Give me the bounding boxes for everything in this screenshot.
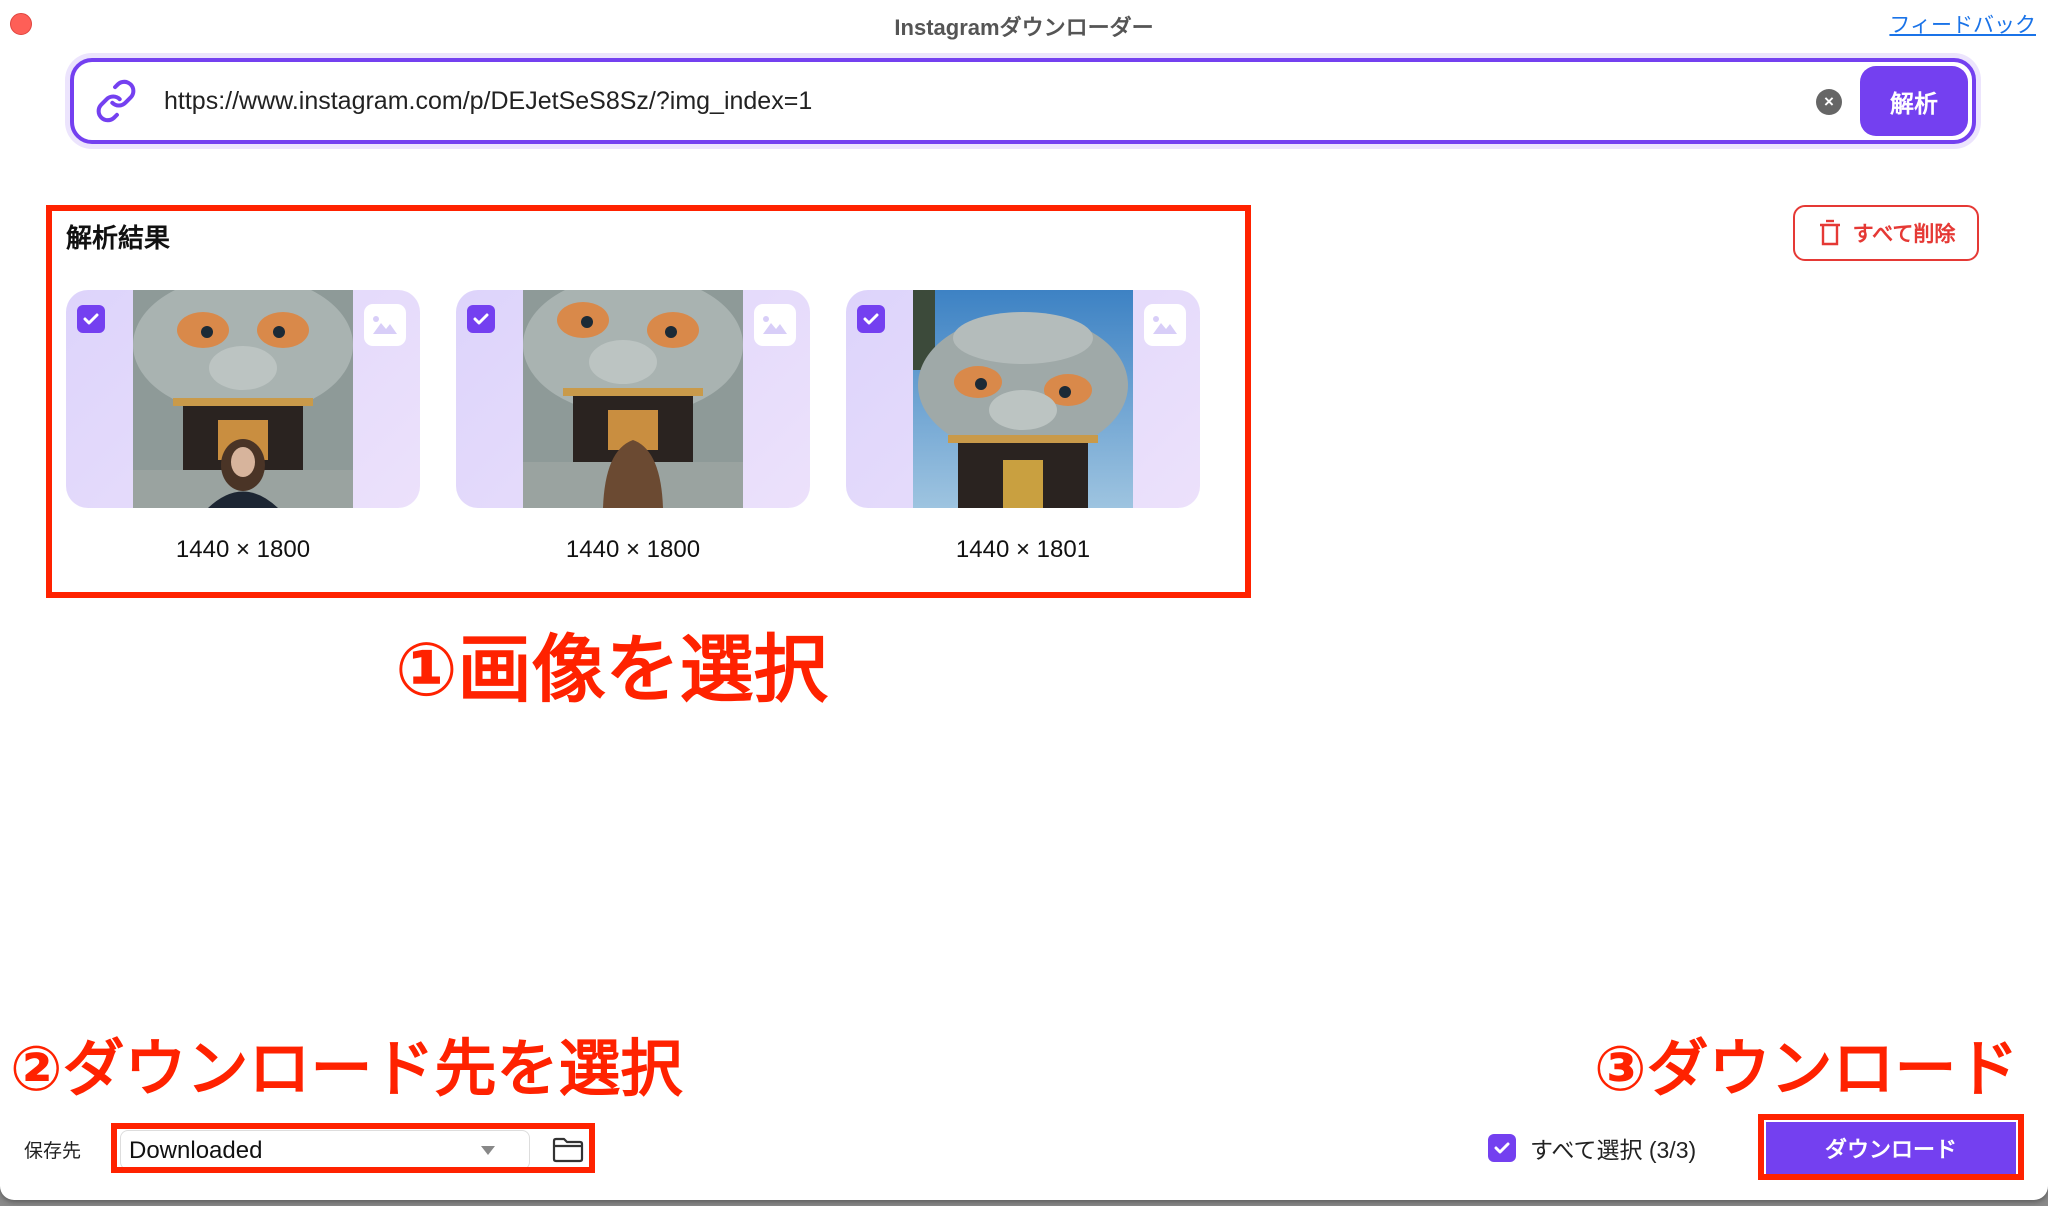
checkmark-icon xyxy=(83,313,99,325)
thumbnail-image xyxy=(913,290,1133,508)
window-title: Instagramダウンローダー xyxy=(894,15,1154,40)
select-all-checkbox[interactable] xyxy=(1488,1134,1516,1162)
url-input[interactable] xyxy=(164,74,1764,128)
select-all-toggle[interactable]: すべて選択 (3/3) xyxy=(1488,1132,1696,1164)
save-location-value: Downloaded xyxy=(129,1137,263,1164)
chevron-down-icon xyxy=(481,1146,495,1155)
annotation-step3: ③ダウンロード xyxy=(1594,1032,2019,1105)
app-window: Instagramダウンローダー フィードバック × 解析 解析結果 すべて削除 xyxy=(0,0,2048,1200)
image-type-badge xyxy=(364,304,406,346)
url-bar: × 解析 xyxy=(70,58,1976,144)
delete-all-button[interactable]: すべて削除 xyxy=(1793,205,1979,261)
image-dimensions: 1440 × 1800 xyxy=(565,536,701,563)
result-card[interactable] xyxy=(66,290,420,508)
result-card[interactable] xyxy=(846,290,1200,508)
select-checkbox[interactable] xyxy=(467,305,495,333)
image-type-badge xyxy=(754,304,796,346)
feedback-link[interactable]: フィードバック xyxy=(1889,9,2036,39)
select-all-label: すべて選択 (3/3) xyxy=(1530,1137,1697,1163)
result-card[interactable] xyxy=(456,290,810,508)
link-icon xyxy=(96,79,136,123)
image-icon xyxy=(1153,316,1177,334)
browse-folder-button[interactable] xyxy=(548,1130,588,1170)
image-icon xyxy=(763,316,787,334)
delete-all-label: すべて削除 xyxy=(1852,223,1956,246)
checkmark-icon xyxy=(863,313,879,325)
checkmark-icon xyxy=(473,313,489,325)
save-location-label: 保存先 xyxy=(24,1141,82,1162)
clear-icon: × xyxy=(1824,92,1834,111)
analyze-button[interactable]: 解析 xyxy=(1860,66,1968,136)
image-dimensions: 1440 × 1801 xyxy=(955,536,1091,563)
select-checkbox[interactable] xyxy=(857,305,885,333)
image-icon xyxy=(373,316,397,334)
download-button[interactable]: ダウンロード xyxy=(1766,1122,2016,1174)
image-dimensions: 1440 × 1800 xyxy=(175,536,311,563)
annotation-step1: ①画像を選択 xyxy=(395,627,828,713)
results-title: 解析結果 xyxy=(66,223,171,253)
annotation-step2: ②ダウンロード先を選択 xyxy=(10,1032,683,1105)
image-type-badge xyxy=(1144,304,1186,346)
checkmark-icon xyxy=(1494,1142,1510,1154)
folder-icon xyxy=(552,1137,584,1163)
trash-icon xyxy=(1819,219,1840,246)
save-location-select[interactable]: Downloaded xyxy=(120,1130,530,1170)
clear-url-button[interactable]: × xyxy=(1816,89,1842,115)
thumbnail-image xyxy=(133,290,353,508)
thumbnail-image xyxy=(523,290,743,508)
select-checkbox[interactable] xyxy=(77,305,105,333)
